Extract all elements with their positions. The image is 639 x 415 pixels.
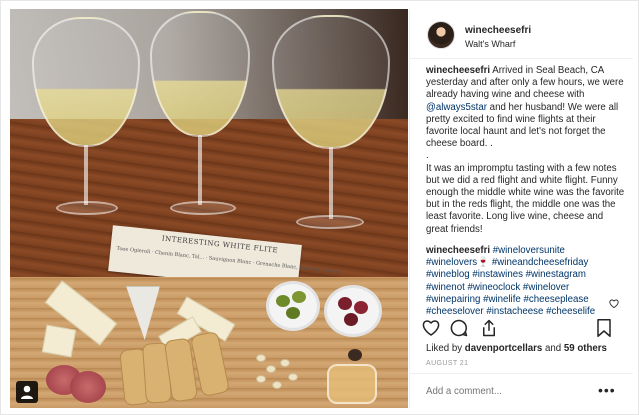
hashtag-line[interactable]: #winepairing #winelife #cheeseplease	[426, 294, 626, 306]
likes-prefix: Liked by	[426, 343, 465, 354]
glass-foot-right	[296, 215, 364, 229]
post-header: winecheesefri Walt's Wharf	[410, 9, 633, 59]
salami-slice	[70, 371, 106, 403]
instagram-post-embed: INTERESTING WHITE FLITE Tooe Ogieroli · …	[0, 0, 639, 415]
nut	[272, 381, 282, 389]
more-options-icon[interactable]: •••	[598, 382, 616, 398]
add-comment-input[interactable]	[426, 386, 586, 397]
avatar[interactable]	[427, 21, 455, 49]
post-username[interactable]: winecheesefri	[465, 25, 531, 36]
comment-author[interactable]: winecheesefri	[426, 245, 490, 256]
hashtag-line[interactable]: #winenot #wineoclock #winelover	[426, 282, 626, 294]
honeycomb	[327, 364, 377, 404]
caption-mention[interactable]: @always5star	[426, 102, 487, 113]
green-olive	[276, 295, 290, 307]
olive-bowl	[266, 281, 320, 331]
hashtag[interactable]: #winelovers	[426, 257, 477, 268]
divider	[410, 373, 633, 374]
red-berry	[338, 297, 352, 310]
nut	[256, 375, 266, 383]
post-date[interactable]: AUGUST 21	[426, 360, 468, 367]
hashtag-comment: winecheesefri #wineloversunite #winelove…	[426, 245, 626, 318]
red-berry	[354, 301, 368, 314]
berry-bowl	[324, 285, 382, 337]
caption-text-2: It was an impromptu tasting with a few n…	[426, 162, 625, 235]
glass-foot-left	[56, 201, 118, 215]
liked-by-user[interactable]: davenportcellars	[465, 343, 543, 354]
hashtag-line[interactable]: #wineblog #instawines #winestagram	[426, 269, 626, 281]
post-photo[interactable]: INTERESTING WHITE FLITE Tooe Ogieroli · …	[10, 9, 408, 408]
caption-dot: .	[426, 150, 429, 162]
wine-emoji: 🍷	[477, 257, 490, 269]
heart-icon[interactable]	[422, 319, 440, 336]
glass-stem-middle	[198, 135, 202, 205]
nut	[280, 359, 290, 367]
post-details-panel: winecheesefri Walt's Wharf winecheesefri…	[409, 9, 633, 408]
red-berry	[344, 313, 358, 326]
share-icon[interactable]	[480, 319, 498, 337]
user-tag-button[interactable]	[16, 381, 38, 403]
hashtag[interactable]: #wineandcheesefriday	[489, 257, 588, 268]
post-caption: winecheesefri Arrived in Seal Beach, CA …	[426, 65, 626, 236]
cheese-slice-left	[41, 324, 77, 358]
heart-small-icon[interactable]	[609, 299, 619, 308]
nut	[256, 354, 266, 362]
action-bar	[410, 319, 633, 343]
glass-foot-middle	[170, 201, 236, 215]
hashtag-tail[interactable]: unite	[544, 245, 565, 256]
likes-others[interactable]: 59 others	[564, 343, 607, 354]
nut	[266, 365, 276, 373]
likes-summary: Liked by davenportcellars and 59 others	[426, 343, 607, 354]
glass-stem-right	[329, 147, 333, 219]
glass-stem-left	[84, 145, 88, 205]
post-location[interactable]: Walt's Wharf	[465, 39, 515, 49]
likes-middle: and	[542, 343, 564, 354]
bookmark-icon[interactable]	[596, 319, 612, 337]
fig-jam-dot	[348, 349, 362, 361]
caption-author[interactable]: winecheesefri	[426, 65, 490, 76]
user-tag-icon	[21, 385, 33, 399]
hashtag[interactable]: #winelovers	[490, 245, 544, 256]
nut	[288, 373, 298, 381]
comment-icon[interactable]	[450, 319, 468, 337]
green-olive	[292, 291, 306, 303]
hashtag-line[interactable]: #cheeselover #instacheese #cheeselife	[426, 306, 626, 318]
green-olive	[286, 307, 300, 319]
